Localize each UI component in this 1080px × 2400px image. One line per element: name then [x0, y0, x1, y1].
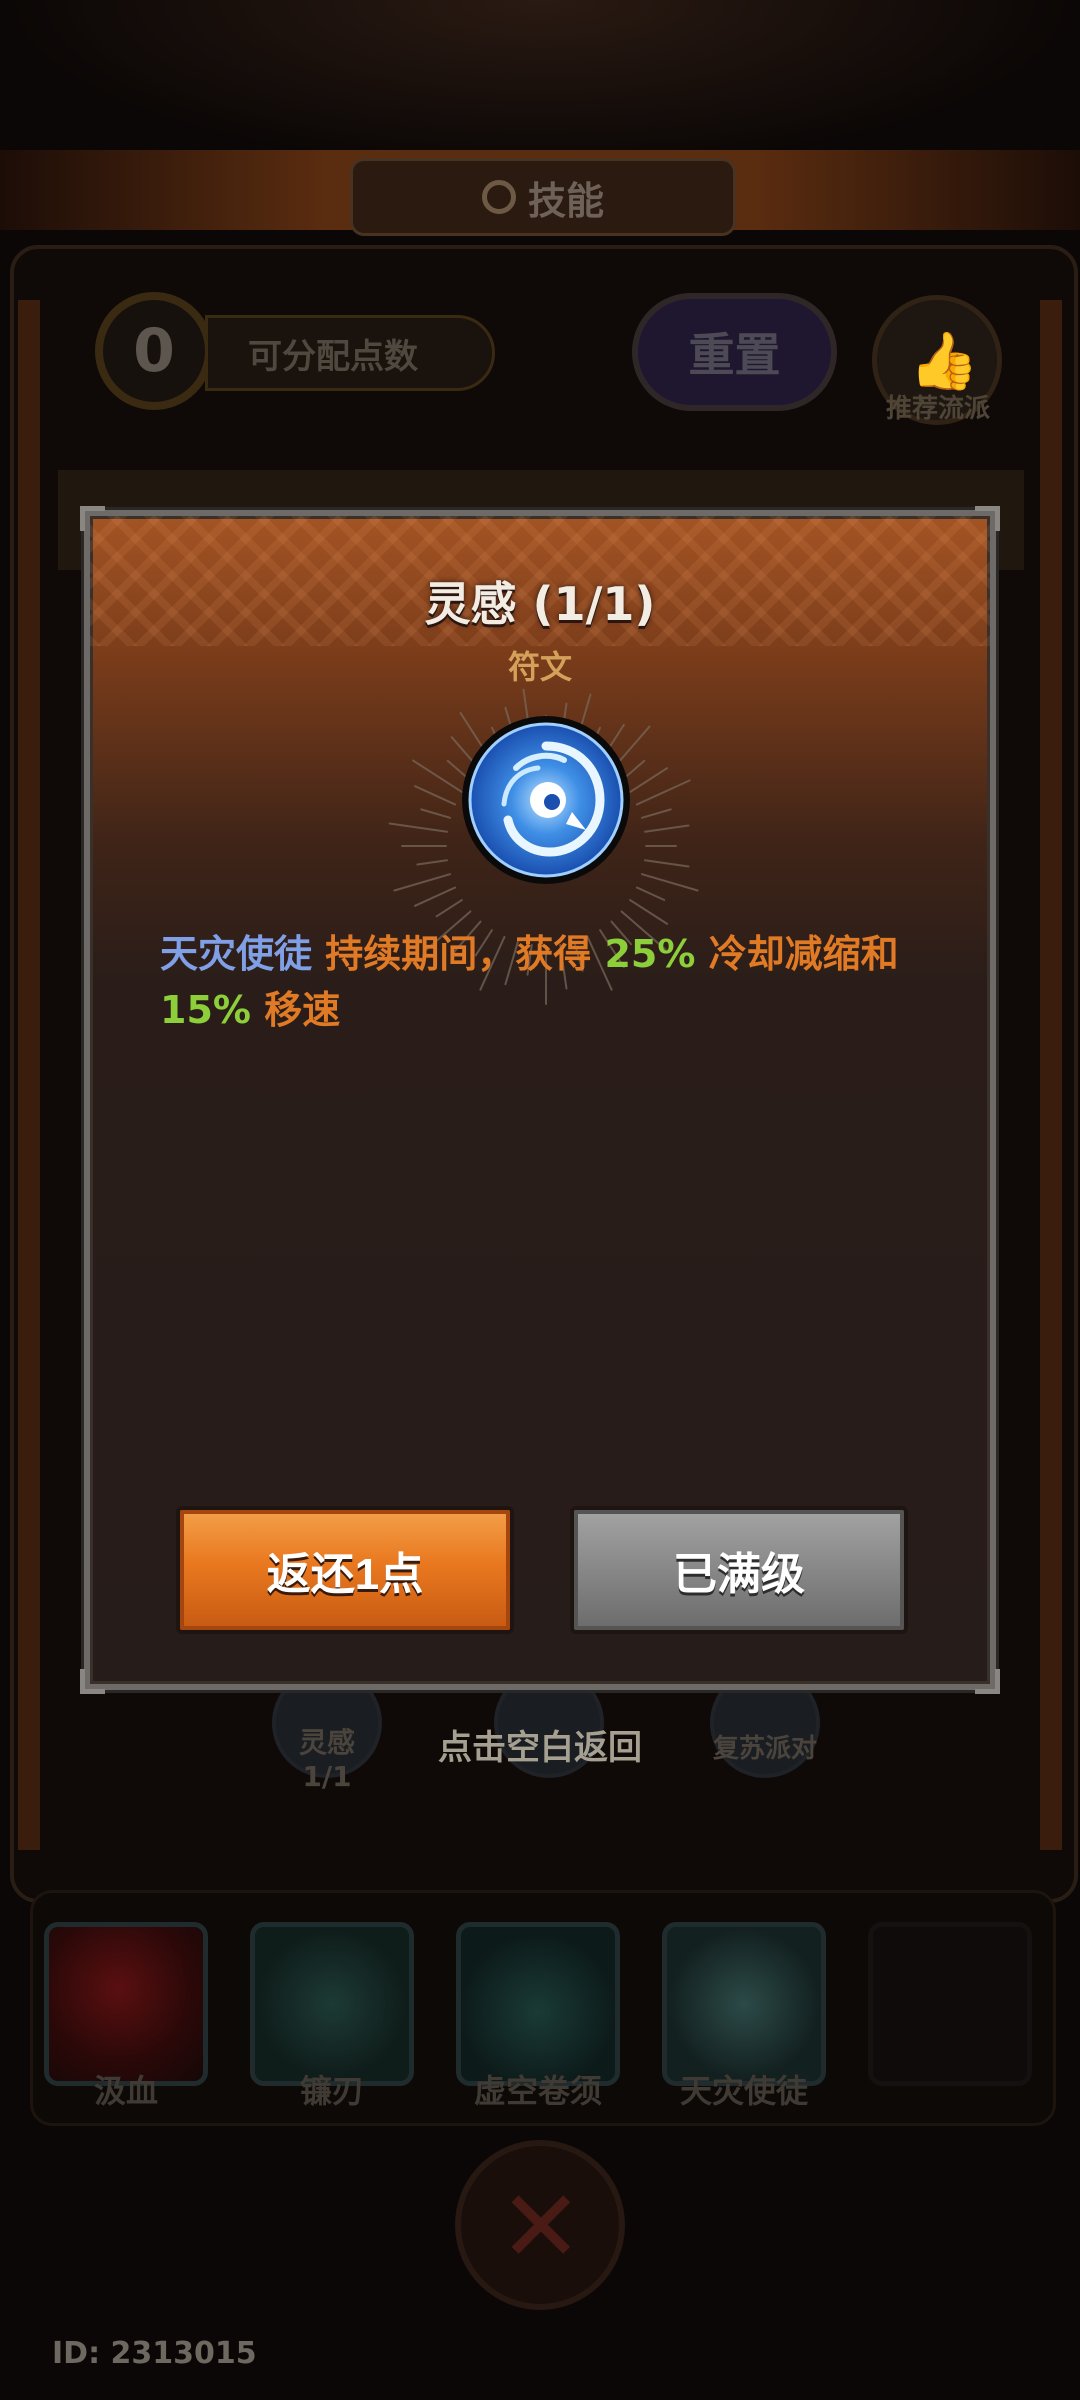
points-counter: 0: [95, 292, 213, 410]
screen-title-text: 技能: [527, 178, 604, 223]
reset-button[interactable]: 重置: [632, 293, 837, 411]
rune-slot-plague-apostle[interactable]: [662, 1922, 826, 2086]
glow-ray: [420, 808, 452, 819]
dialog-title: 灵感 (1/1): [424, 577, 656, 631]
rune-label: 虚空卷须: [473, 2072, 602, 2110]
glow-ray: [435, 899, 463, 918]
thumbs-up-icon: 👍: [909, 329, 979, 394]
corner-ornament: [975, 1669, 1000, 1694]
desc-text: 移速: [250, 988, 341, 1032]
glow-ray: [629, 767, 669, 793]
rune-detail-dialog: 灵感 (1/1) 符文 天灾使徒 持续期间，获得 25% 冷却减缩和 15% 移…: [80, 506, 1000, 1694]
glow-ray: [414, 785, 457, 806]
tap-to-return-hint[interactable]: 点击空白返回: [380, 1720, 700, 1769]
desc-text: 持续期间，获得: [312, 932, 605, 976]
rune-label: 汲血: [93, 2072, 158, 2110]
glow-ray: [393, 873, 452, 892]
glow-ray: [388, 822, 449, 833]
desc-value-speed: 15%: [160, 988, 251, 1032]
glow-ray: [635, 779, 691, 806]
glow-ray: [416, 859, 449, 866]
skill-node-name: 灵感: [298, 1726, 355, 1759]
return-point-button[interactable]: 返还1点: [176, 1506, 514, 1634]
right-border: [1040, 300, 1062, 1850]
rune-slot-bloodsuck[interactable]: [44, 1922, 208, 2086]
glow-ray: [640, 873, 699, 892]
max-level-button[interactable]: 已满级: [570, 1506, 908, 1634]
glow-ray: [643, 859, 690, 868]
glow-ray: [629, 899, 669, 925]
rune-label: 镰刃: [299, 2072, 364, 2110]
crossed-blades-icon: ✕: [499, 2168, 583, 2285]
rune-description: 天灾使徒 持续期间，获得 25% 冷却减缩和 15% 移速: [160, 926, 950, 1038]
player-id: ID: 2313015: [52, 2336, 257, 2371]
screen-title: 技能: [350, 158, 736, 236]
rune-slot-scythe[interactable]: [250, 1922, 414, 2086]
vortex-rune-icon: [462, 716, 630, 884]
glow-ray: [640, 808, 672, 819]
recommend-build-label: 推荐流派: [885, 394, 990, 424]
rune-slot-void-tendril[interactable]: [456, 1922, 620, 2086]
glow-ray: [414, 886, 457, 907]
skill-node-revival-label: 复苏派对: [712, 1734, 817, 1764]
background-glow: [0, 0, 1080, 170]
skill-node-inspiration-label: 灵感 1/1: [272, 1726, 382, 1794]
glow-ray: [412, 759, 463, 793]
desc-skill-name: 天灾使徒: [160, 932, 313, 976]
desc-text: 冷却减缩和: [695, 932, 899, 976]
rune-slot-empty[interactable]: [868, 1922, 1032, 2086]
skill-node-level: 1/1: [302, 1760, 352, 1793]
corner-ornament: [80, 506, 105, 531]
corner-ornament: [80, 1669, 105, 1694]
desc-value-cooldown: 25%: [604, 932, 696, 976]
corner-ornament: [975, 506, 1000, 531]
center-emblem[interactable]: ✕: [455, 2140, 625, 2310]
left-border: [18, 300, 40, 1850]
glow-ray: [643, 824, 690, 833]
emblem-icon: [481, 180, 516, 214]
rune-label: 天灾使徒: [679, 2072, 808, 2110]
glow-ray: [635, 886, 666, 902]
points-label: 可分配点数: [205, 315, 495, 391]
